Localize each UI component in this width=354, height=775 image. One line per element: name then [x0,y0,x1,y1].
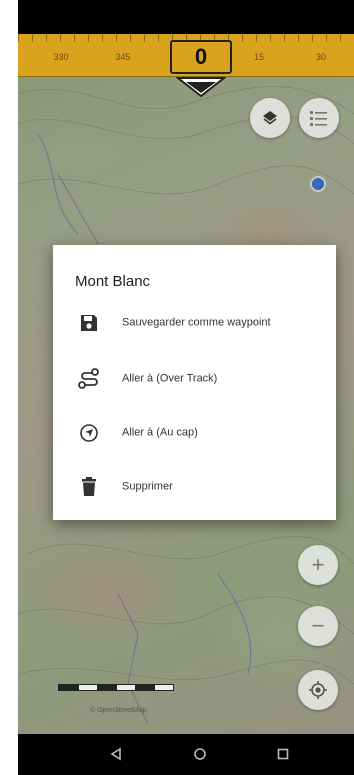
navigation-icon [80,424,98,442]
trash-icon [82,477,96,496]
menu-item-go-to-heading[interactable]: Aller à (Au cap) [53,411,336,455]
menu-item-label: Aller à (Over Track) [122,372,218,385]
zoom-out-button[interactable]: − [298,606,338,646]
menu-item-save-waypoint[interactable]: Sauvegarder comme waypoint [53,301,336,345]
status-bar [18,0,354,34]
compass-tick-label: 330 [53,52,69,62]
home-button[interactable] [188,742,212,766]
waypoint-actions-dialog: Mont Blanc Sauvegarder comme waypoint Al… [53,245,336,520]
menu-item-go-to-over-track[interactable]: Aller à (Over Track) [53,357,336,401]
menu-item-label: Supprimer [122,480,173,493]
list-icon [310,111,327,126]
minus-icon: − [311,613,325,638]
system-navigation-bar [18,734,354,775]
recents-button[interactable] [271,742,295,766]
map-attribution: © OpenStreetMap [90,707,147,714]
my-location-icon [309,681,327,699]
menu-item-label: Sauvegarder comme waypoint [122,316,271,329]
plus-icon: + [311,552,325,577]
menu-item-label: Aller à (Au cap) [122,426,198,439]
heading-value: 0 [194,44,208,69]
home-icon [194,748,206,760]
back-icon [110,747,121,761]
recents-icon [277,748,289,760]
menu-item-delete[interactable]: Supprimer [53,465,336,509]
save-icon [81,315,97,331]
back-button[interactable] [104,742,128,766]
heading-pointer-icon [176,77,226,98]
list-button[interactable] [299,98,339,138]
route-icon [78,368,99,389]
my-location-button[interactable] [298,670,338,710]
heading-indicator: 0 [170,40,232,74]
zoom-in-button[interactable]: + [298,545,338,585]
layers-button[interactable] [250,98,290,138]
compass-tick-label: 345 [115,52,131,62]
compass-tick-label: 30 [315,52,326,62]
map-scale-bar [58,684,174,691]
layers-icon [263,111,277,125]
dialog-title: Mont Blanc [75,273,151,290]
compass-tick-label: 15 [253,52,264,62]
